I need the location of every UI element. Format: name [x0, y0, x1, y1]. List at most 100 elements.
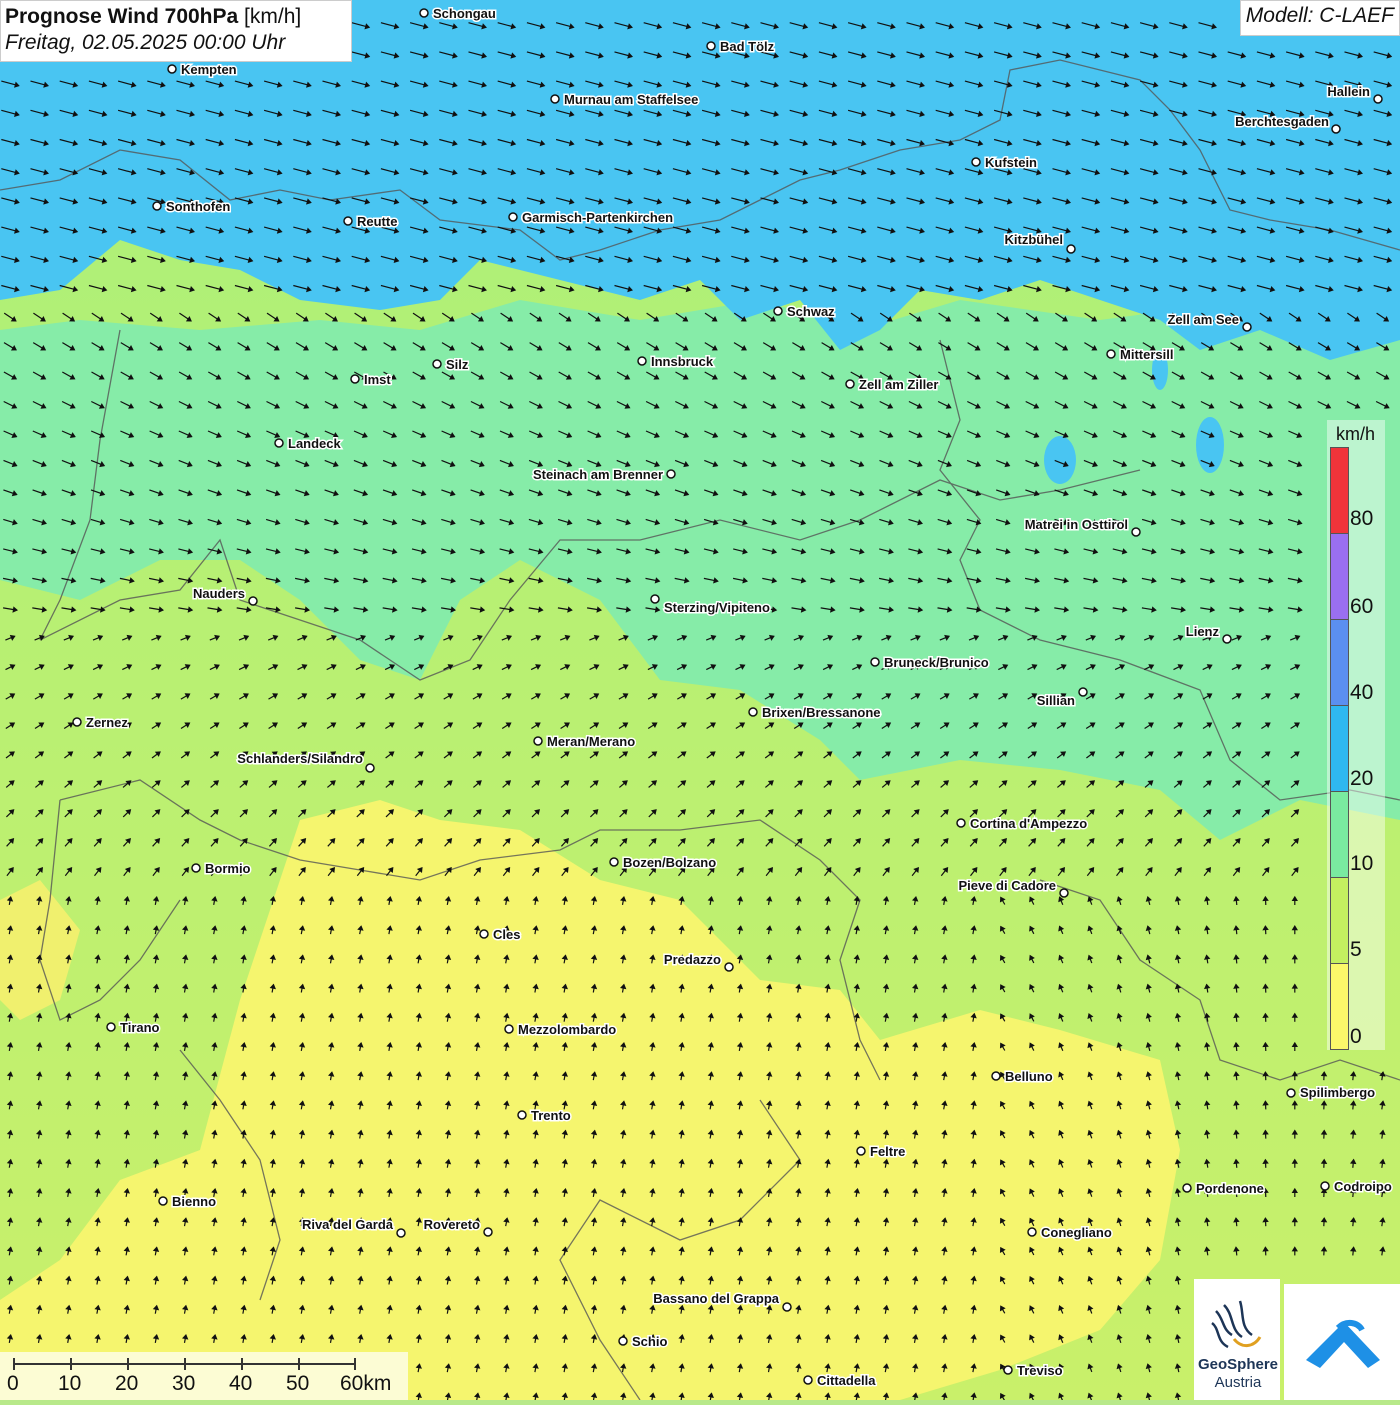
city-label: Berchtesgaden	[1235, 114, 1329, 129]
city-dot	[1243, 323, 1251, 331]
city-label: Matrei in Osttirol	[1025, 517, 1128, 532]
city-dot	[774, 307, 782, 315]
wind-map[interactable]: Schongau Bad Tölz Kempten Murnau am Staffel…	[0, 0, 1400, 1400]
city-label: Sonthofen	[166, 199, 230, 214]
city-dot	[972, 158, 980, 166]
city-dot	[1332, 125, 1340, 133]
logo-name: GeoSphere	[1196, 1356, 1280, 1373]
city-dot	[1374, 95, 1382, 103]
city-label: Schwaz	[787, 304, 835, 319]
city-dot	[783, 1303, 791, 1311]
map-title: Prognose Wind 700hPa [km/h]	[5, 4, 347, 30]
city-label: Mittersill	[1120, 347, 1173, 362]
city-dot	[551, 95, 559, 103]
legend-color-band	[1330, 705, 1349, 792]
city-label: Feltre	[870, 1144, 905, 1159]
city-label: Spilimbergo	[1300, 1085, 1375, 1100]
legend-color-band	[1330, 791, 1349, 878]
city-label: Garmisch-Partenkirchen	[522, 210, 673, 225]
city-dot	[1060, 889, 1068, 897]
city-label: Pieve di Cadore	[958, 878, 1056, 893]
city-label: Bad Tölz	[720, 39, 775, 54]
city-label: Tirano	[120, 1020, 160, 1035]
city-label: Sterzing/Vipiteno	[664, 600, 770, 615]
legend-label: 5	[1350, 938, 1362, 962]
city-label: Cortina d'Ampezzo	[970, 816, 1087, 831]
city-dot	[1004, 1366, 1012, 1374]
city-label: Bruneck/Brunico	[884, 655, 989, 670]
city-dot	[1067, 245, 1075, 253]
city-dot	[192, 864, 200, 872]
city-label: Zell am See	[1167, 312, 1239, 327]
city-dot	[1321, 1182, 1329, 1190]
city-dot	[725, 963, 733, 971]
city-label: Bassano del Grappa	[653, 1291, 779, 1306]
city-dot	[433, 360, 441, 368]
city-label: Bienno	[172, 1194, 216, 1209]
city-label: Kempten	[181, 62, 237, 77]
scale-label: 50	[286, 1372, 309, 1396]
city-dot	[1107, 350, 1115, 358]
legend-color-band	[1330, 447, 1349, 534]
city-label: Brixen/Bressanone	[762, 705, 881, 720]
city-dot	[992, 1072, 1000, 1080]
city-label: Mezzolombardo	[518, 1022, 616, 1037]
city-label: Schio	[632, 1334, 667, 1349]
legend-label: 20	[1350, 767, 1373, 791]
city-label: Sillian	[1037, 693, 1075, 708]
city-label: Reutte	[357, 214, 397, 229]
city-dot	[484, 1228, 492, 1236]
city-label: Hallein	[1327, 84, 1370, 99]
city-label: Murnau am Staffelsee	[564, 92, 698, 107]
lake	[1044, 436, 1076, 484]
city-dot	[1028, 1228, 1036, 1236]
scale-label: 0	[7, 1372, 19, 1396]
city-dot	[168, 65, 176, 73]
city-label: Meran/Merano	[547, 734, 635, 749]
city-dot	[534, 737, 542, 745]
city-label: Pordenone	[1196, 1181, 1264, 1196]
city-label: Belluno	[1005, 1069, 1053, 1084]
city-label: Bormio	[205, 861, 251, 876]
city-dot	[749, 708, 757, 716]
city-label: Innsbruck	[651, 354, 714, 369]
city-label: Schlanders/Silandro	[237, 751, 363, 766]
legend-unit: km/h	[1336, 424, 1375, 445]
city-dot	[153, 202, 161, 210]
city-dot	[667, 470, 675, 478]
model-label: Modell: C-LAEF	[1240, 0, 1400, 36]
city-label: Landeck	[288, 436, 342, 451]
legend-label: 40	[1350, 681, 1373, 705]
city-dot	[344, 217, 352, 225]
city-label: Nauders	[193, 586, 245, 601]
legend-label: 0	[1350, 1025, 1362, 1049]
city-label: Cittadella	[817, 1373, 876, 1388]
city-label: Rovereto	[424, 1217, 480, 1232]
scale-label: 60km	[340, 1372, 391, 1396]
city-dot	[73, 718, 81, 726]
city-dot	[871, 658, 879, 666]
city-dot	[518, 1111, 526, 1119]
legend-color-band	[1330, 619, 1349, 706]
city-label: Lienz	[1186, 624, 1220, 639]
city-dot	[610, 858, 618, 866]
city-label: Trento	[531, 1108, 571, 1123]
city-label: Schongau	[433, 6, 496, 21]
city-label: Kitzbühel	[1005, 232, 1064, 247]
legend-label: 10	[1350, 852, 1373, 876]
legend-color-band	[1330, 963, 1349, 1050]
map-datetime: Freitag, 02.05.2025 00:00 Uhr	[5, 30, 347, 56]
city-label: Cles	[493, 927, 520, 942]
city-dot	[159, 1197, 167, 1205]
city-dot	[1132, 528, 1140, 536]
city-label: Imst	[364, 372, 391, 387]
city-label: Zernez	[86, 715, 128, 730]
app-logo	[1284, 1284, 1400, 1400]
city-dot	[420, 9, 428, 17]
city-label: Steinach am Brenner	[533, 467, 663, 482]
city-dot	[957, 819, 965, 827]
legend-color-band	[1330, 877, 1349, 964]
city-dot	[638, 357, 646, 365]
logo-sub: Austria	[1196, 1374, 1280, 1391]
title-box: Prognose Wind 700hPa [km/h] Freitag, 02.…	[0, 0, 352, 62]
